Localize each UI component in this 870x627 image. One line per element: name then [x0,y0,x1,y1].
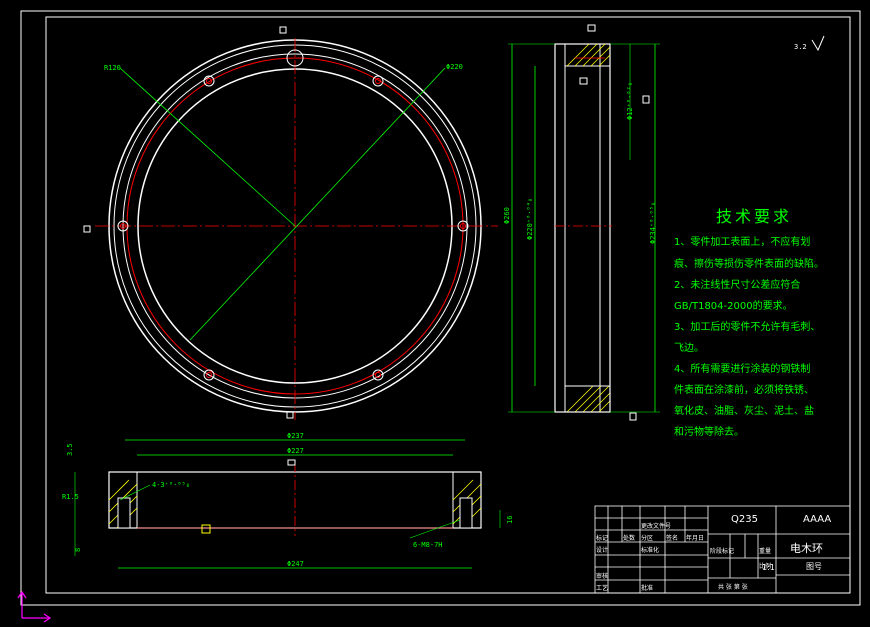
tech-note-line: GB/T1804-2000的要求。 [674,301,793,312]
weight-label: 重量 [759,548,772,555]
h3-label: 8 [74,547,82,552]
pcd-label: Φ220 [446,63,463,71]
tech-note-line: 痕、擦伤等损伤零件表面的缺陷。 [674,259,824,270]
d2-label: Φ227 [287,447,304,455]
h1-label: 3.5 [66,443,74,456]
d1-label: Φ237 [287,432,304,440]
tech-note-line: 件表面在涂漆前，必须将铁锈、 [674,385,814,396]
bolt-hole-label: Φ12⁺⁰·⁰²₀ [626,82,634,120]
row-label: 签名 [666,535,679,542]
stage-label: 阶段标记 [710,548,735,555]
row-label: 年月日 [686,535,705,542]
roughness-symbol [811,35,825,52]
row-label: 分区 [641,535,654,542]
outer-dia-label: Φ234⁺⁰·⁰⁵₀ [649,201,657,244]
tech-note-line: 和污物等除去。 [674,427,744,438]
row-label: 处数 [623,535,636,542]
overall-height-label: Φ260 [503,207,511,224]
roughness-label: 3.2 [794,43,807,51]
ring-top-view [83,26,498,420]
tech-note-line: 氧化皮、油脂、灰尘、泥土、盐 [674,406,814,417]
process-label: 工艺 [596,585,609,592]
inner-dia-label: Φ220⁺⁰·⁰⁴₀ [526,197,534,240]
r-label: R1.5 [62,493,79,501]
tech-note-line: 3、加工后的零件不允许有毛刺、 [674,322,821,333]
hole-note-label: 4-3⁺⁰·⁰⁵₀ [152,481,190,489]
approve-label: 批准 [641,585,654,592]
pcd-leader [189,67,446,341]
ucs-icon [17,590,52,623]
part-name: 电木环 [790,542,823,555]
h2-label: 16 [506,515,514,524]
radius-label: R120 [104,64,121,72]
check-label: 审核 [596,573,609,580]
tech-requirements-title: 技术要求 [716,207,793,226]
tech-note-line: 飞边。 [674,343,704,354]
row-label: 更改文件号 [641,523,672,530]
thread-note-label: 6-M8-7H [413,541,443,549]
drawing-code: AAAA [803,514,832,525]
std-label: 标准化 [641,547,660,554]
ratio-label: 比例 [759,563,772,570]
tech-note-line: 2、未注线性尺寸公差应符合 [674,280,801,291]
tech-note-line: 1、零件加工表面上，不应有划 [674,237,811,248]
d3-label: Φ247 [287,560,304,568]
row-label: 标记 [596,535,609,542]
sheet-count: 共 张 第 张 [718,584,748,591]
design-label: 设计 [596,547,609,554]
cad-drawing-canvas [17,10,861,623]
sheet-number-label: 图号 [806,562,822,571]
tech-note-line: 4、所有需要进行涂装的钢铁制 [674,364,811,375]
material-text: Q235 [731,514,758,525]
